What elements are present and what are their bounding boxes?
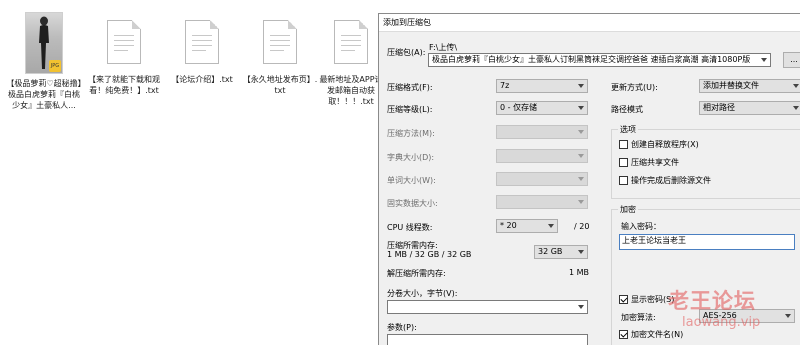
chevron-down-icon xyxy=(578,84,584,88)
jpg-badge: JPG xyxy=(49,60,61,72)
file-item-text[interactable]: 【永久地址发布页】.txt xyxy=(242,12,318,96)
params-label: 参数(P): xyxy=(387,323,417,332)
file-name: 【极品萝莉♡超秘撸】极品白虎萝莉『白桃少女』土豪私人... xyxy=(6,79,82,110)
threads-select[interactable]: * 20 xyxy=(496,219,558,233)
chevron-down-icon xyxy=(793,84,799,88)
threads-value: * 20 xyxy=(500,221,517,230)
split-combobox[interactable] xyxy=(387,300,588,314)
level-value: 0 - 仅存储 xyxy=(500,103,538,112)
options-group-label: 选项 xyxy=(618,124,638,135)
text-file-icon xyxy=(185,20,219,64)
params-input[interactable] xyxy=(387,334,588,345)
watermark-url: laowang.vip xyxy=(682,315,761,330)
file-item-text[interactable]: 【论坛介绍】.txt xyxy=(164,12,240,85)
chevron-down-icon xyxy=(578,154,584,158)
file-name: 【来了就能下载和观看！纯免费！】.txt xyxy=(88,75,160,95)
path-select[interactable]: 相对路径 xyxy=(699,101,800,115)
memory-select[interactable]: 32 GB xyxy=(534,245,588,259)
word-select[interactable] xyxy=(496,172,588,186)
mem-detail: 1 MB / 32 GB / 32 GB xyxy=(387,250,472,259)
chevron-down-icon xyxy=(578,106,584,110)
delete-after-label: 操作完成后删除源文件 xyxy=(631,176,711,185)
file-name: 最新地址及APP请发邮箱自动获取！！！.txt xyxy=(319,75,383,106)
memory-value: 32 GB xyxy=(538,247,563,256)
enc-method-label: 加密算法: xyxy=(621,313,656,322)
site-watermark: 老王论坛 laowang.vip xyxy=(660,285,800,345)
browse-button[interactable]: ... xyxy=(783,52,800,68)
checkbox-box xyxy=(619,140,628,149)
format-value: 7z xyxy=(500,81,510,90)
decomp-value: 1 MB xyxy=(569,268,590,277)
file-name: 【论坛介绍】.txt xyxy=(171,75,233,84)
text-file-icon xyxy=(334,20,368,64)
archive-name-value: 极品白虎萝莉『白桃少女』土豪私人订制黑筒袜足交调控爸爸 速插白浆高潮 高清108… xyxy=(432,55,751,64)
shared-checkbox[interactable]: 压缩共享文件 xyxy=(619,157,679,168)
file-name: 【永久地址发布页】.txt xyxy=(242,75,318,95)
threads-label: CPU 线程数: xyxy=(387,223,433,232)
decomp-label: 解压缩所需内存: xyxy=(387,269,446,278)
update-label: 更新方式(U): xyxy=(611,83,658,92)
shared-label: 压缩共享文件 xyxy=(631,158,679,167)
word-label: 单词大小(W): xyxy=(387,176,436,185)
chevron-down-icon xyxy=(793,106,799,110)
checkbox-box xyxy=(619,158,628,167)
level-label: 压缩等级(L): xyxy=(387,105,433,114)
archive-dir: F:\上传\ xyxy=(429,43,458,52)
password-value: 上老王论坛当老王 xyxy=(622,236,686,245)
chevron-down-icon xyxy=(578,250,584,254)
sfx-checkbox[interactable]: 创建自释放程序(X) xyxy=(619,139,699,150)
checkbox-box xyxy=(619,295,628,304)
checkbox-box xyxy=(619,330,628,339)
watermark-text: 老王论坛 xyxy=(668,289,756,313)
threads-max: / 20 xyxy=(574,222,590,231)
dialog-titlebar[interactable]: 添加到压缩包 xyxy=(379,14,800,32)
chevron-down-icon xyxy=(761,58,767,62)
text-file-icon xyxy=(263,20,297,64)
chevron-down-icon xyxy=(578,177,584,181)
path-value: 相对路径 xyxy=(703,103,735,112)
archive-name-combobox[interactable]: 极品白虎萝莉『白桃少女』土豪私人订制黑筒袜足交调控爸爸 速插白浆高潮 高清108… xyxy=(428,53,771,67)
delete-after-checkbox[interactable]: 操作完成后删除源文件 xyxy=(619,175,711,186)
checkbox-box xyxy=(619,176,628,185)
file-item-image[interactable]: JPG 【极品萝莉♡超秘撸】极品白虎萝莉『白桃少女』土豪私人... xyxy=(6,12,82,111)
split-label: 分卷大小，字节(V): xyxy=(387,289,458,298)
update-value: 添加并替换文件 xyxy=(703,81,759,90)
chevron-down-icon xyxy=(548,224,554,228)
image-thumbnail: JPG xyxy=(25,12,63,74)
archive-label: 压缩包(A): xyxy=(387,48,426,57)
method-select[interactable] xyxy=(496,125,588,139)
path-label: 路径模式 xyxy=(611,105,643,114)
sfx-label: 创建自释放程序(X) xyxy=(631,140,699,149)
dialog-title: 添加到压缩包 xyxy=(383,18,431,27)
chevron-down-icon xyxy=(578,130,584,134)
text-file-icon xyxy=(107,20,141,64)
update-select[interactable]: 添加并替换文件 xyxy=(699,79,800,93)
level-select[interactable]: 0 - 仅存储 xyxy=(496,101,588,115)
format-select[interactable]: 7z xyxy=(496,79,588,93)
dict-select[interactable] xyxy=(496,149,588,163)
format-label: 压缩格式(F): xyxy=(387,83,433,92)
password-label: 输入密码： xyxy=(621,222,661,231)
encryption-group-label: 加密 xyxy=(618,204,638,215)
solid-select[interactable] xyxy=(496,195,588,209)
file-item-text[interactable]: 【来了就能下载和观看！纯免费！】.txt xyxy=(86,12,162,96)
solid-label: 固实数据大小: xyxy=(387,199,438,208)
method-label: 压缩方法(M): xyxy=(387,129,435,138)
file-item-text[interactable]: 最新地址及APP请发邮箱自动获取！！！.txt xyxy=(316,12,386,107)
password-input[interactable]: 上老王论坛当老王 xyxy=(619,234,795,250)
dict-label: 字典大小(D): xyxy=(387,153,435,162)
chevron-down-icon xyxy=(578,200,584,204)
chevron-down-icon xyxy=(578,305,584,309)
